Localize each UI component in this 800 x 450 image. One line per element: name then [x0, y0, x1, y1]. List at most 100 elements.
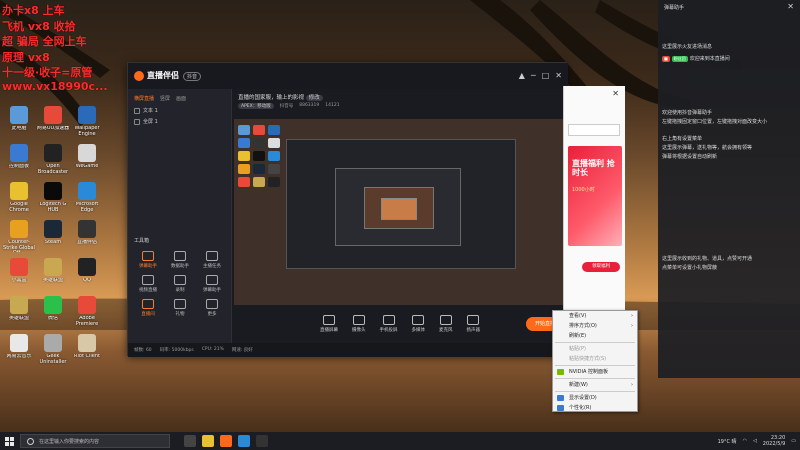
desktop-icon[interactable]: Adobe Premiere	[70, 296, 104, 327]
desktop-icon-label: Microsoft Edge	[75, 202, 99, 213]
preview-nested-window	[335, 168, 461, 246]
source-control-button[interactable]: 多媒体	[412, 315, 425, 333]
context-menu-item[interactable]: 新建(W) ›	[553, 380, 637, 390]
tool-icon	[142, 251, 154, 261]
source-control-button[interactable]: 麦克风	[439, 315, 453, 333]
pin-button[interactable]: ▲	[519, 71, 525, 80]
room-label: 抖音号	[279, 104, 294, 109]
toolbox-item[interactable]: 主播任务	[196, 251, 228, 269]
scene-item[interactable]: 全屏 1	[128, 116, 231, 127]
desktop-icon-label: Logitech G HUB	[39, 202, 67, 213]
volume-icon[interactable]: ◁	[753, 438, 757, 444]
status-item: 帧数: 60	[134, 348, 152, 353]
chat-tip: 欢迎使用抖音弹幕助手	[662, 110, 713, 116]
tool-label: 更多	[207, 312, 217, 317]
desktop-icon[interactable]: 此电脑	[2, 106, 36, 132]
context-menu-item[interactable]: 显示设置(D)	[553, 393, 637, 403]
context-menu-item[interactable]: 查看(V) ›	[553, 311, 637, 321]
desktop-icon[interactable]: 英雄联盟	[2, 296, 36, 322]
source-control-button[interactable]: 扬声器	[467, 315, 480, 333]
weather-widget[interactable]: 19°C 晴	[718, 438, 737, 445]
chat-title: 弹幕助手	[664, 5, 685, 11]
tab-canvas[interactable]: 画面	[176, 95, 186, 105]
desktop-icon[interactable]: Steam	[36, 220, 70, 246]
app-icon	[10, 258, 28, 276]
taskbar-app-icon[interactable]	[256, 435, 268, 447]
minimize-button[interactable]: ─	[531, 71, 536, 80]
desktop-icon[interactable]: Open Broadcaster	[36, 144, 70, 175]
chat-tip: 左键拖拽固定窗口位置，左键拖拽对面改变大小	[662, 119, 768, 125]
red-watermark: 办卡x8 上车 飞机 vx8 收拾 超 骗局 全网上车 原理 vx8 十一级·收…	[0, 0, 110, 100]
browser-search-box[interactable]	[568, 124, 620, 136]
promo-banner[interactable]: 直播福利 抢时长 1000小时	[568, 146, 622, 246]
clock[interactable]: 23:20 2022/5/9	[763, 435, 785, 447]
desktop-icon[interactable]: Logitech G HUB	[36, 182, 70, 213]
menu-item-label: 显示设置(D)	[569, 395, 597, 401]
source-control-button[interactable]: 直播屏幕	[320, 315, 338, 333]
chevron-right-icon: ›	[631, 323, 633, 329]
desktop-icon[interactable]: Google Chrome	[2, 182, 36, 213]
desktop-icon-label: 英雄联盟	[42, 278, 63, 283]
desktop-icon[interactable]: 控制面板	[2, 144, 36, 170]
eye-icon[interactable]	[134, 107, 140, 114]
context-menu-item[interactable]: NVIDIA 控制面板	[553, 367, 637, 377]
scene-item[interactable]: 文本 1	[128, 105, 231, 116]
desktop-icon[interactable]: 英雄联盟	[36, 258, 70, 284]
source-control-button[interactable]: 手机投屏	[380, 315, 398, 333]
toolbox-item[interactable]: 视频直播	[132, 275, 164, 293]
desktop-icon[interactable]: Microsoft Edge	[70, 182, 104, 213]
claim-reward-button[interactable]: 领取福利	[582, 262, 620, 272]
taskbar-search[interactable]: 在这里输入你要搜索的内容	[20, 434, 170, 448]
maximize-button[interactable]: □	[542, 71, 550, 80]
taskbar-app-icon[interactable]	[238, 435, 250, 447]
desktop-icon[interactable]: 网易云音乐	[2, 334, 36, 360]
toolbox-item[interactable]: 录制	[164, 275, 196, 293]
edit-title-button[interactable]: 修改	[305, 95, 323, 101]
toolbox-item[interactable]: 弹幕助手	[132, 251, 164, 269]
start-button[interactable]	[0, 432, 18, 450]
desktop-icon[interactable]: 网易UU加速器	[36, 106, 70, 132]
control-label: 摄像头	[352, 328, 366, 333]
desktop-icon[interactable]: 小黑盒	[2, 258, 36, 284]
category-tag[interactable]: APEX：移动版	[238, 103, 274, 109]
desktop-icon[interactable]: Riot Client	[70, 334, 104, 360]
toolbox-item[interactable]: 数据助手	[164, 251, 196, 269]
toolbox-item[interactable]: 弹幕助手	[196, 275, 228, 293]
notification-icon[interactable]: ▭	[791, 438, 796, 444]
taskbar-app-icon[interactable]	[220, 435, 232, 447]
app-name: 直播伴侣	[147, 71, 179, 80]
desktop-icon[interactable]: 直播伴侣	[70, 220, 104, 246]
search-icon	[27, 438, 34, 445]
desktop-icon[interactable]: Wallpaper Engine	[70, 106, 104, 137]
desktop-icon[interactable]: WeGame	[70, 144, 104, 170]
taskbar-app-icon[interactable]	[202, 435, 214, 447]
desktop-icon-label: WeGame	[75, 164, 99, 169]
app-title-bar[interactable]: 直播伴侣 抖音 ▲ ─ □ ✕	[128, 63, 568, 89]
desktop-icon[interactable]: 微信	[36, 296, 70, 322]
desktop-icon[interactable]: QQ	[70, 258, 104, 284]
taskbar-app-icon[interactable]	[184, 435, 196, 447]
close-button[interactable]: ✕	[555, 71, 562, 80]
chat-intro: 这里展示火友进场消息	[662, 44, 713, 50]
close-icon[interactable]: ✕	[612, 89, 619, 98]
desktop-icon[interactable]: Geek Uninstaller	[36, 334, 70, 365]
desktop-icon-label: 英雄联盟	[8, 316, 29, 321]
chat-header[interactable]: 弹幕助手 ✕	[658, 0, 800, 16]
stream-preview[interactable]	[234, 119, 566, 305]
toolbox-item[interactable]: 直播间	[132, 299, 164, 317]
tab-landscape[interactable]: 横屏直播	[134, 95, 154, 105]
windows-taskbar: 在这里输入你要搜索的内容 19°C 晴 ◠ ◁ 23:20 2022/5/9 ▭	[0, 432, 800, 450]
context-menu-item[interactable]: 排序方式(O) ›	[553, 321, 637, 331]
wifi-icon[interactable]: ◠	[743, 438, 747, 444]
desktop-icon[interactable]: Counter-Strike Global Off...	[2, 220, 36, 252]
context-menu-item[interactable]: 个性化(R)	[553, 403, 637, 413]
watermark-line: 十一级·收子=原管	[2, 66, 93, 79]
tab-portrait[interactable]: 竖屏	[160, 95, 170, 105]
context-menu-item[interactable]: 刷新(E)	[553, 331, 637, 341]
eye-icon[interactable]	[134, 118, 140, 125]
app-icon	[44, 258, 62, 276]
close-icon[interactable]: ✕	[787, 2, 794, 11]
source-control-button[interactable]: 摄像头	[352, 315, 366, 333]
toolbox-item[interactable]: 更多	[196, 299, 228, 317]
toolbox-item[interactable]: 礼物	[164, 299, 196, 317]
